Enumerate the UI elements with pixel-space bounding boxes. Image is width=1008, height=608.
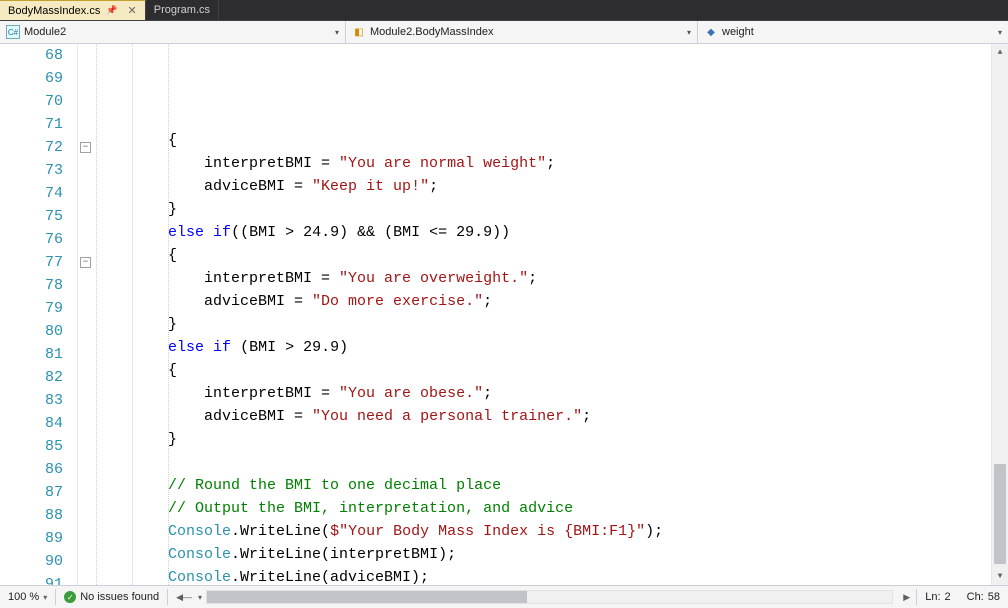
line-number: 81: [0, 343, 63, 366]
code-line[interactable]: interpretBMI = "You are overweight.";: [96, 267, 991, 290]
code-line[interactable]: Console.WriteLine($"Your Body Mass Index…: [96, 520, 991, 543]
code-line[interactable]: adviceBMI = "Keep it up!";: [96, 175, 991, 198]
issues-label: No issues found: [80, 591, 159, 603]
status-bar: 100 % ▾ ✓ No issues found ◀— ▾ ▶ Ln: 2 C…: [0, 585, 1008, 608]
chevron-down-icon[interactable]: ▾: [198, 593, 202, 602]
line-number: 72: [0, 136, 63, 159]
col-value: 58: [988, 591, 1000, 603]
nav-member-label: weight: [722, 26, 754, 38]
line-label: Ln:: [925, 591, 940, 603]
nav-bar: C# Module2 ▾ ◧ Module2.BodyMassIndex ▾ ◆…: [0, 21, 1008, 44]
scrollbar-thumb[interactable]: [994, 464, 1006, 564]
scroll-controls: ◀— ▾: [168, 586, 202, 608]
tab-bar: BodyMassIndex.cs 📌 ✕ Program.cs: [0, 0, 1008, 21]
line-number: 85: [0, 435, 63, 458]
code-line[interactable]: {: [96, 244, 991, 267]
line-number: 74: [0, 182, 63, 205]
check-icon: ✓: [64, 591, 76, 603]
code-line[interactable]: }: [96, 198, 991, 221]
nav-project-label: Module2: [24, 26, 66, 38]
field-icon: ◆: [704, 25, 718, 39]
line-number: 87: [0, 481, 63, 504]
tab-bodymassindex[interactable]: BodyMassIndex.cs 📌 ✕: [0, 0, 146, 20]
line-number: 84: [0, 412, 63, 435]
class-icon: ◧: [352, 25, 366, 39]
chevron-down-icon: ▾: [998, 28, 1002, 37]
line-number: 91: [0, 573, 63, 585]
code-line[interactable]: [96, 451, 991, 474]
nav-member-dropdown[interactable]: ◆ weight ▾: [698, 21, 1008, 43]
close-icon[interactable]: ✕: [128, 4, 137, 17]
line-number: 80: [0, 320, 63, 343]
code-line[interactable]: Console.WriteLine(adviceBMI);: [96, 566, 991, 585]
line-number: 76: [0, 228, 63, 251]
chevron-down-icon: ▾: [335, 28, 339, 37]
zoom-value: 100 %: [8, 591, 39, 603]
scroll-down-icon[interactable]: ▼: [992, 568, 1008, 585]
pin-icon[interactable]: 📌: [106, 5, 117, 16]
line-number: 88: [0, 504, 63, 527]
line-number: 79: [0, 297, 63, 320]
line-value: 2: [945, 591, 951, 603]
fold-column: − −: [78, 44, 96, 585]
line-number: 73: [0, 159, 63, 182]
scroll-up-icon[interactable]: ▲: [992, 44, 1008, 61]
vertical-scrollbar[interactable]: ▲ ▼: [991, 44, 1008, 585]
chevron-down-icon: ▾: [687, 28, 691, 37]
code-editor[interactable]: 6869707172737475767778798081828384858687…: [0, 44, 1008, 585]
code-line[interactable]: Console.WriteLine(interpretBMI);: [96, 543, 991, 566]
nav-class-label: Module2.BodyMassIndex: [370, 26, 494, 38]
code-line[interactable]: }: [96, 313, 991, 336]
fold-toggle-icon[interactable]: −: [80, 142, 91, 153]
col-label: Ch:: [967, 591, 984, 603]
code-line[interactable]: else if((BMI > 24.9) && (BMI <= 29.9)): [96, 221, 991, 244]
tab-label: Program.cs: [154, 4, 210, 16]
issues-status[interactable]: ✓ No issues found: [56, 586, 167, 608]
chevron-down-icon: ▾: [43, 593, 47, 602]
scroll-right-icon[interactable]: ▶: [897, 592, 916, 603]
nav-class-dropdown[interactable]: ◧ Module2.BodyMassIndex ▾: [346, 21, 698, 43]
horizontal-scrollbar[interactable]: [206, 590, 893, 604]
line-number: 89: [0, 527, 63, 550]
code-line[interactable]: else if (BMI > 29.9): [96, 336, 991, 359]
code-line[interactable]: }: [96, 428, 991, 451]
line-number-gutter: 6869707172737475767778798081828384858687…: [0, 44, 78, 585]
code-line[interactable]: {: [96, 359, 991, 382]
line-number: 86: [0, 458, 63, 481]
line-number: 90: [0, 550, 63, 573]
line-number: 83: [0, 389, 63, 412]
csharp-icon: C#: [6, 25, 20, 39]
line-number: 71: [0, 113, 63, 136]
nav-project-dropdown[interactable]: C# Module2 ▾: [0, 21, 346, 43]
zoom-level[interactable]: 100 % ▾: [0, 586, 55, 608]
scrollbar-thumb[interactable]: [207, 591, 527, 603]
caret-line[interactable]: Ln: 2: [917, 586, 958, 608]
line-number: 77: [0, 251, 63, 274]
code-line[interactable]: interpretBMI = "You are obese.";: [96, 382, 991, 405]
tab-label: BodyMassIndex.cs: [8, 5, 100, 17]
code-area[interactable]: { interpretBMI = "You are normal weight"…: [96, 44, 991, 585]
code-line[interactable]: {: [96, 129, 991, 152]
fold-toggle-icon[interactable]: −: [80, 257, 91, 268]
line-number: 68: [0, 44, 63, 67]
code-line[interactable]: adviceBMI = "Do more exercise.";: [96, 290, 991, 313]
caret-col[interactable]: Ch: 58: [959, 586, 1008, 608]
line-number: 75: [0, 205, 63, 228]
nav-back-icon[interactable]: ◀—: [176, 592, 192, 603]
code-line[interactable]: adviceBMI = "You need a personal trainer…: [96, 405, 991, 428]
line-number: 78: [0, 274, 63, 297]
line-number: 70: [0, 90, 63, 113]
code-line[interactable]: interpretBMI = "You are normal weight";: [96, 152, 991, 175]
line-number: 69: [0, 67, 63, 90]
tab-program[interactable]: Program.cs: [146, 0, 219, 20]
code-line[interactable]: // Round the BMI to one decimal place: [96, 474, 991, 497]
line-number: 82: [0, 366, 63, 389]
code-line[interactable]: // Output the BMI, interpretation, and a…: [96, 497, 991, 520]
